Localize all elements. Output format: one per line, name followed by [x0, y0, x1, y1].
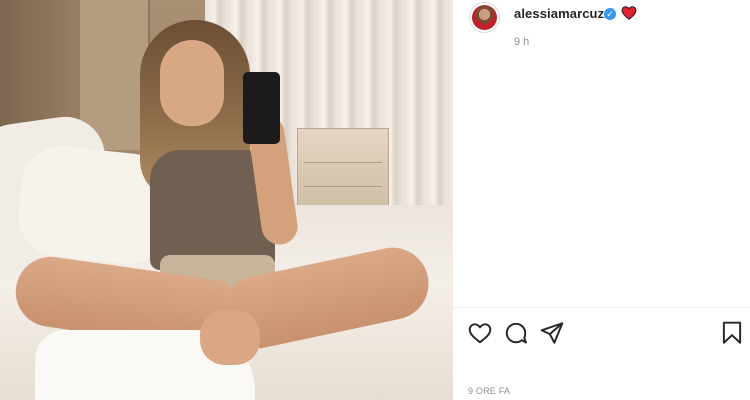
action-bar	[453, 307, 750, 357]
photo-nightstand	[297, 128, 389, 216]
heart-emoji-icon	[621, 5, 637, 21]
post-sidebar: alessiamarcuzzi ✓ 9 h 9 ORE FA	[453, 0, 750, 400]
photo-person-face	[160, 40, 224, 126]
photo-person-hand	[200, 310, 260, 365]
post-header: alessiamarcuzzi ✓ 9 h	[453, 0, 750, 60]
username-link[interactable]: alessiamarcuzzi	[514, 6, 615, 21]
post-image[interactable]	[0, 0, 453, 400]
verified-badge-icon: ✓	[604, 8, 616, 20]
photo-phone	[243, 72, 280, 144]
share-icon[interactable]	[539, 320, 565, 346]
avatar[interactable]	[469, 2, 500, 33]
bookmark-icon[interactable]	[719, 320, 745, 346]
comment-icon[interactable]	[503, 320, 529, 346]
post-timestamp[interactable]: 9 ORE FA	[468, 386, 510, 396]
like-icon[interactable]	[467, 320, 493, 346]
post-age-short: 9 h	[514, 36, 530, 48]
